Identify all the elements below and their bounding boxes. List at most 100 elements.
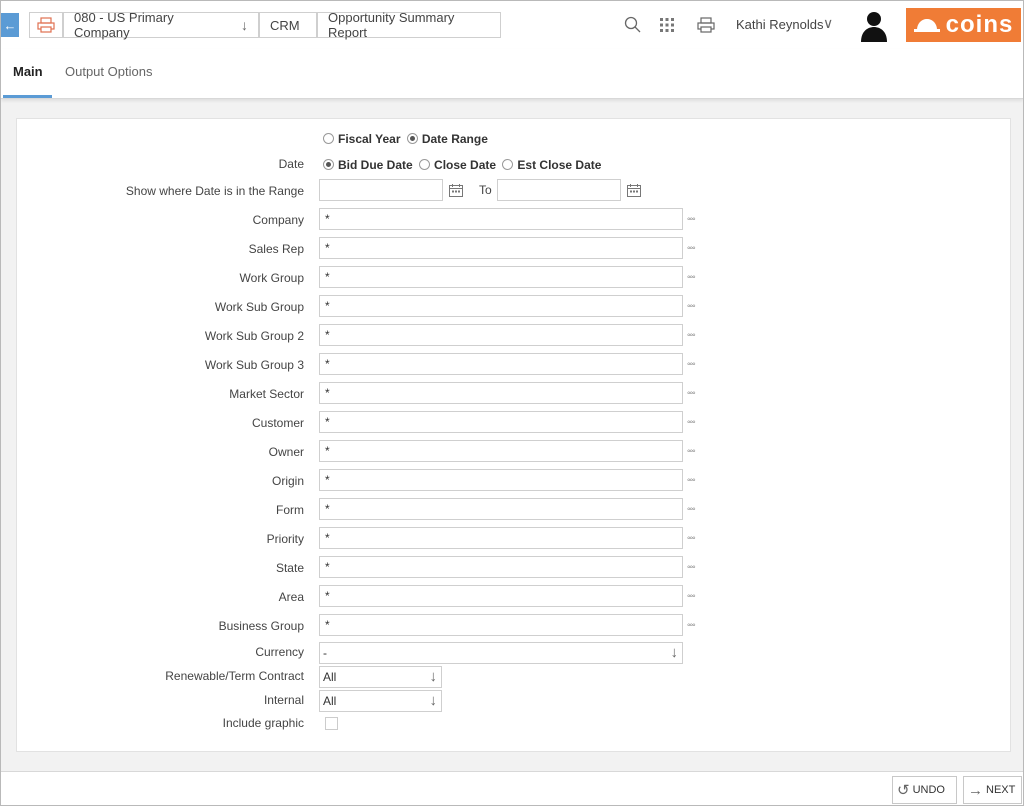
radio-bid-due-date-button[interactable] — [323, 159, 334, 170]
field-input[interactable] — [319, 324, 683, 346]
tab-output-options[interactable]: Output Options — [65, 64, 152, 79]
renewable-value: All — [323, 670, 337, 684]
breadcrumb-module[interactable]: CRM — [259, 12, 317, 38]
coins-logo: coins — [906, 8, 1021, 42]
field-input[interactable] — [319, 237, 683, 259]
top-bar: ← 080 - US Primary Company ↓ CRM Opportu… — [1, 1, 1023, 49]
field-label: Sales Rep — [248, 242, 304, 256]
bottom-bar: ↺ UNDO → NEXT — [1, 771, 1023, 805]
arrow-down-icon[interactable]: ↓ — [241, 17, 248, 33]
internal-label: Internal — [263, 693, 304, 707]
internal-value: All — [323, 694, 337, 708]
period-radio-group: Fiscal Year Date Range — [323, 132, 491, 146]
arrow-down-icon: ↓ — [670, 644, 679, 661]
breadcrumb-report[interactable]: Opportunity Summary Report — [317, 10, 501, 40]
field-input[interactable] — [319, 614, 683, 636]
lookup-dots-icon[interactable]: ◦◦◦ — [687, 214, 696, 225]
lookup-dots-icon[interactable]: ◦◦◦ — [687, 591, 696, 602]
lookup-dots-icon[interactable]: ◦◦◦ — [687, 475, 696, 486]
field-input[interactable] — [319, 353, 683, 375]
field-label: Work Group — [239, 271, 304, 285]
field-input[interactable] — [319, 266, 683, 288]
logo-text: coins — [945, 11, 1014, 38]
internal-select[interactable]: All ↓ — [319, 690, 442, 712]
user-name[interactable]: Kathi Reynolds — [736, 17, 823, 32]
field-input[interactable] — [319, 527, 683, 549]
lookup-dots-icon[interactable]: ◦◦◦ — [687, 562, 696, 573]
field-input[interactable] — [319, 498, 683, 520]
field-input[interactable] — [319, 556, 683, 578]
include-graphic-checkbox[interactable] — [325, 717, 338, 730]
radio-bid-due-date[interactable]: Bid Due Date — [323, 158, 413, 172]
avatar-icon[interactable] — [859, 10, 889, 42]
undo-icon: ↺ — [897, 782, 910, 799]
hard-hat-icon — [913, 19, 940, 32]
lookup-dots-icon[interactable]: ◦◦◦ — [687, 243, 696, 254]
field-label: Work Sub Group — [214, 300, 304, 314]
renewable-select[interactable]: All ↓ — [319, 666, 442, 688]
lookup-dots-icon[interactable]: ◦◦◦ — [687, 359, 696, 370]
apps-grid-icon[interactable] — [657, 13, 677, 37]
field-label: Company — [252, 213, 304, 227]
radio-fiscal-year-button[interactable] — [323, 133, 334, 144]
active-tab-indicator — [3, 95, 52, 98]
lookup-dots-icon[interactable]: ◦◦◦ — [687, 504, 696, 515]
lookup-dots-icon[interactable]: ◦◦◦ — [687, 620, 696, 631]
field-input[interactable] — [319, 440, 683, 462]
date-radio-group: Bid Due Date Close Date Est Close Date — [323, 158, 604, 172]
range-to-label: To — [479, 183, 492, 197]
field-label: Work Sub Group 3 — [204, 358, 304, 372]
back-arrow-icon[interactable]: ← — [1, 13, 19, 37]
field-input[interactable] — [319, 382, 683, 404]
radio-date-range[interactable]: Date Range — [406, 132, 488, 146]
radio-date-range-label: Date Range — [421, 132, 488, 146]
chevron-down-icon[interactable]: ∨ — [823, 15, 833, 32]
field-input[interactable] — [319, 411, 683, 433]
field-input[interactable] — [319, 469, 683, 491]
currency-select[interactable]: - ↓ — [319, 642, 683, 664]
radio-close-date-label: Close Date — [434, 158, 497, 172]
print-breadcrumb[interactable] — [29, 12, 63, 38]
lookup-dots-icon[interactable]: ◦◦◦ — [687, 272, 696, 283]
breadcrumb-company-label: 080 - US Primary Company — [74, 10, 174, 40]
arrow-down-icon: ↓ — [429, 668, 438, 685]
calendar-icon[interactable] — [449, 184, 463, 197]
printer-icon[interactable] — [695, 13, 717, 37]
date-range-to-input[interactable] — [497, 179, 621, 201]
field-label: Form — [276, 503, 304, 517]
undo-button[interactable]: ↺ UNDO — [892, 776, 957, 804]
calendar-icon[interactable] — [627, 184, 641, 197]
lookup-dots-icon[interactable]: ◦◦◦ — [687, 330, 696, 341]
field-input[interactable] — [319, 585, 683, 607]
radio-close-date-button[interactable] — [419, 159, 431, 170]
field-input[interactable] — [319, 208, 683, 230]
radio-est-close-date[interactable]: Est Close Date — [502, 158, 601, 172]
radio-close-date[interactable]: Close Date — [419, 158, 496, 172]
lookup-dots-icon[interactable]: ◦◦◦ — [687, 388, 696, 399]
radio-bid-due-date-label: Bid Due Date — [338, 158, 413, 172]
date-range-from-input[interactable] — [319, 179, 443, 201]
search-icon[interactable] — [623, 13, 643, 37]
field-label: Business Group — [218, 619, 304, 633]
undo-label: UNDO — [912, 784, 945, 796]
radio-date-range-button[interactable] — [406, 133, 418, 144]
next-button[interactable]: → NEXT — [963, 776, 1022, 804]
tab-main[interactable]: Main — [13, 64, 43, 79]
app-window: ← 080 - US Primary Company ↓ CRM Opportu… — [0, 0, 1024, 806]
form-panel: Fiscal Year Date Range Date Bid Due Date… — [16, 118, 1011, 752]
breadcrumb-module-label: CRM — [270, 17, 300, 33]
lookup-dots-icon[interactable]: ◦◦◦ — [687, 446, 696, 457]
lookup-dots-icon[interactable]: ◦◦◦ — [687, 301, 696, 312]
field-label: Customer — [251, 416, 304, 430]
field-input[interactable] — [319, 295, 683, 317]
radio-est-close-date-label: Est Close Date — [517, 158, 602, 172]
lookup-dots-icon[interactable]: ◦◦◦ — [687, 417, 696, 428]
radio-fiscal-year[interactable]: Fiscal Year — [323, 132, 401, 146]
currency-label: Currency — [255, 645, 304, 659]
lookup-dots-icon[interactable]: ◦◦◦ — [687, 533, 696, 544]
breadcrumb-company[interactable]: 080 - US Primary Company ↓ — [63, 10, 259, 40]
arrow-down-icon: ↓ — [429, 692, 438, 709]
field-label: Origin — [271, 474, 304, 488]
radio-est-close-date-button[interactable] — [502, 159, 514, 170]
include-graphic-label: Include graphic — [222, 716, 304, 730]
